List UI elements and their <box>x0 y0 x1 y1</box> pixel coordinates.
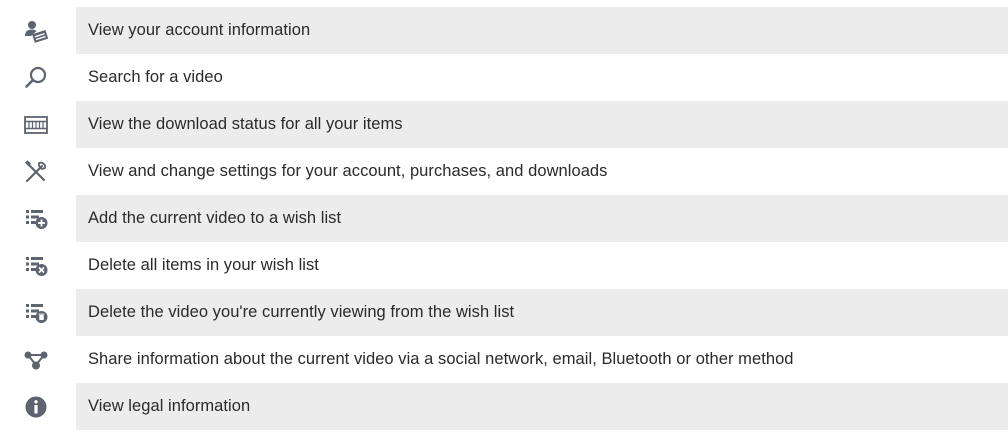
row-description: Delete all items in your wish list <box>88 256 319 274</box>
table-row: Delete the video you're currently viewin… <box>0 289 1008 336</box>
table-row: View legal information <box>0 383 1008 430</box>
legal-info-icon <box>0 383 76 430</box>
row-description: Delete the video you're currently viewin… <box>76 289 1008 336</box>
icon-legend-table: View your account information Search for… <box>0 7 1008 430</box>
row-description: View and change settings for your accoun… <box>88 162 608 180</box>
table-row: Search for a video <box>0 54 1008 101</box>
row-description: Search for a video <box>88 68 223 86</box>
download-status-icon <box>0 101 76 148</box>
row-description: Add the current video to a wish list <box>76 195 1008 242</box>
table-row: View and change settings for your accoun… <box>0 148 1008 195</box>
table-row: View your account information <box>0 7 1008 54</box>
account-info-icon <box>0 7 76 54</box>
table-row: Share information about the current vide… <box>0 336 1008 383</box>
table-row: Add the current video to a wish list <box>0 195 1008 242</box>
delete-from-wishlist-icon <box>0 289 76 336</box>
row-description: View the download status for all your it… <box>76 101 1008 148</box>
row-description: View your account information <box>76 7 1008 54</box>
row-description: Share information about the current vide… <box>88 350 794 368</box>
add-to-wishlist-icon <box>0 195 76 242</box>
share-icon <box>0 336 76 383</box>
row-description: View legal information <box>76 383 1008 430</box>
table-row: View the download status for all your it… <box>0 101 1008 148</box>
search-icon <box>0 54 76 101</box>
delete-all-wishlist-icon <box>0 242 76 289</box>
settings-tools-icon <box>0 148 76 195</box>
table-row: Delete all items in your wish list <box>0 242 1008 289</box>
